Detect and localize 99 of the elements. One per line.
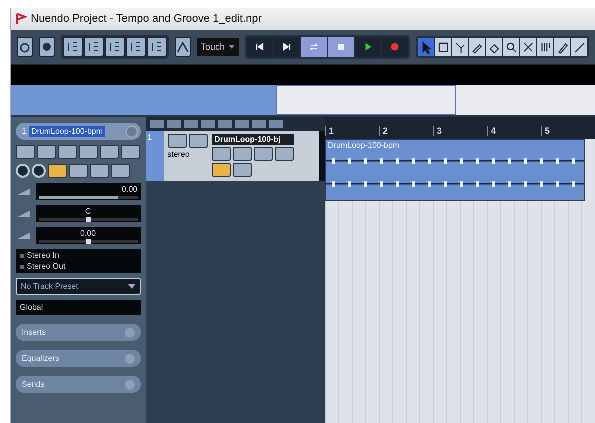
warp-tool[interactable] — [537, 38, 553, 56]
track-row[interactable]: 1 stereo DrumLoop-100-bj — [146, 131, 325, 181]
zoom-tool[interactable] — [503, 38, 519, 56]
pointer-tool[interactable] — [418, 38, 434, 56]
record-button[interactable] — [382, 37, 408, 57]
mute-tool[interactable] — [520, 38, 536, 56]
forward-icon — [281, 41, 293, 53]
track-button[interactable] — [69, 164, 88, 178]
view-button[interactable] — [147, 37, 167, 57]
track-button[interactable] — [58, 145, 77, 159]
value-text: 0.00 — [80, 229, 96, 238]
overview-frame[interactable] — [276, 85, 456, 115]
stop-icon — [335, 41, 347, 53]
view-button[interactable] — [63, 37, 83, 57]
track-button[interactable] — [48, 164, 67, 178]
caret-icon — [229, 45, 235, 49]
track-button[interactable] — [37, 145, 56, 159]
window-title: Nuendo Project - Tempo and Groove 1_edit.npr — [31, 13, 262, 25]
rewind-icon — [254, 41, 266, 53]
fader-icon — [16, 186, 32, 196]
mute-button[interactable] — [168, 134, 187, 148]
pointer-icon — [420, 40, 432, 54]
slider-fill[interactable] — [39, 196, 118, 199]
value-display[interactable]: 0.00 — [36, 183, 141, 200]
lines-icon — [129, 40, 143, 54]
header-button[interactable] — [184, 120, 198, 128]
automation-button[interactable] — [175, 37, 191, 57]
play-button[interactable] — [355, 37, 381, 57]
automation-mode-dropdown[interactable]: Touch — [197, 38, 239, 56]
output-routing[interactable]: Stereo Out — [20, 262, 137, 271]
draw-tool[interactable] — [554, 38, 570, 56]
view-button[interactable] — [84, 37, 104, 57]
power-button[interactable] — [17, 37, 33, 57]
track-name: DrumLoop-100-bpm — [29, 126, 106, 137]
bar-number: 2 — [379, 126, 433, 136]
value-text: C — [85, 207, 92, 216]
track-button[interactable] — [111, 164, 130, 178]
track-name[interactable]: DrumLoop-100-bj — [212, 134, 294, 145]
input-routing[interactable]: Stereo In — [20, 251, 137, 260]
split-tool[interactable] — [452, 38, 468, 56]
track-type: stereo — [168, 150, 191, 159]
record-icon — [389, 41, 401, 53]
view-button[interactable] — [105, 37, 125, 57]
track-button[interactable] — [90, 164, 109, 178]
flag-icon — [15, 13, 27, 25]
track-preset-dropdown[interactable]: No Track Preset — [16, 278, 141, 295]
lines-icon — [87, 40, 101, 54]
record-enable-button[interactable] — [16, 164, 30, 178]
lines-icon — [108, 40, 122, 54]
solo-button[interactable] — [188, 134, 208, 148]
slider-thumb[interactable] — [86, 239, 92, 244]
lines-icon — [150, 40, 164, 54]
bar-number: 5 — [541, 126, 595, 136]
line-icon — [572, 40, 586, 54]
zoom-icon — [504, 40, 518, 54]
dot-icon — [40, 40, 54, 54]
slider-thumb[interactable] — [86, 217, 92, 222]
peak-icon — [176, 40, 190, 54]
overview-bar[interactable] — [11, 85, 595, 117]
header-button[interactable] — [150, 120, 164, 128]
range-tool[interactable] — [435, 38, 451, 56]
track-name-field[interactable]: 1 DrumLoop-100-bpm — [16, 123, 141, 140]
rewind-button[interactable] — [247, 37, 273, 57]
value-text: 0.00 — [122, 185, 138, 194]
track-button[interactable] — [121, 145, 140, 159]
track-button[interactable] — [100, 145, 119, 159]
erase-tool[interactable] — [486, 38, 502, 56]
ruler[interactable]: 1 2 3 4 5 — [325, 117, 595, 139]
view-button[interactable] — [126, 37, 146, 57]
record-mode-button[interactable] — [39, 37, 55, 57]
glue-tool[interactable] — [469, 38, 485, 56]
draw-icon — [556, 40, 568, 54]
forward-button[interactable] — [274, 37, 300, 57]
track-button[interactable] — [79, 145, 98, 159]
header-button[interactable] — [252, 120, 266, 128]
header-button[interactable] — [268, 120, 283, 128]
header-button[interactable] — [218, 120, 232, 128]
folder-field[interactable]: Global — [16, 300, 141, 315]
range-icon — [436, 40, 450, 54]
value-display[interactable]: C — [36, 205, 141, 222]
cycle-icon — [308, 41, 320, 53]
value-display[interactable]: 0.00 — [36, 227, 141, 244]
line-tool[interactable] — [571, 38, 587, 56]
bar-number: 4 — [487, 126, 541, 136]
header-button[interactable] — [166, 120, 181, 128]
track-button[interactable] — [16, 145, 35, 159]
bar-number: 3 — [433, 126, 487, 136]
fader-icon — [16, 230, 32, 240]
bar-number: 1 — [325, 126, 379, 136]
track-number: 1 — [22, 127, 26, 136]
fader-icon — [16, 208, 32, 218]
preset-text: No Track Preset — [21, 282, 78, 291]
event-name: DrumLoop-100-bpm — [327, 140, 401, 151]
monitor-button[interactable] — [32, 164, 46, 178]
header-button[interactable] — [200, 120, 215, 128]
lines-icon — [66, 40, 80, 54]
header-button[interactable] — [234, 120, 249, 128]
caret-icon — [128, 284, 136, 289]
mode-text: Touch — [201, 42, 226, 52]
